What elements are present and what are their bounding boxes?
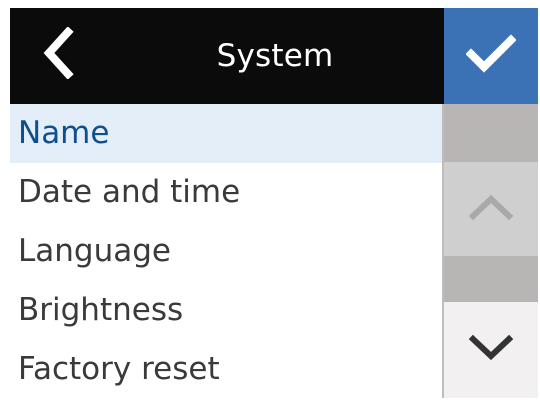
scroll-controls	[444, 104, 538, 398]
page-title: System	[216, 38, 334, 74]
header-bar: System	[10, 8, 444, 104]
menu-item-brightness[interactable]: Brightness	[10, 281, 442, 340]
scroll-up-button[interactable]	[444, 162, 538, 256]
chevron-up-icon	[468, 193, 514, 225]
scroll-down-button[interactable]	[444, 302, 538, 398]
chevron-down-icon	[468, 334, 514, 366]
scrollbar-track-middle[interactable]	[444, 256, 538, 302]
menu-item-language[interactable]: Language	[10, 222, 442, 281]
scrollbar-track-top[interactable]	[444, 104, 538, 162]
menu-item-date-and-time[interactable]: Date and time	[10, 163, 442, 222]
chevron-left-icon	[41, 26, 75, 83]
checkmark-icon	[465, 34, 517, 78]
confirm-button[interactable]	[444, 8, 538, 104]
back-button[interactable]	[28, 22, 88, 88]
menu-list: Name Date and time Language Brightness F…	[10, 104, 442, 398]
menu-item-name[interactable]: Name	[10, 104, 442, 163]
system-settings-screen: System Name Date and time Language Brigh…	[10, 8, 538, 398]
menu-item-factory-reset[interactable]: Factory reset	[10, 340, 442, 398]
